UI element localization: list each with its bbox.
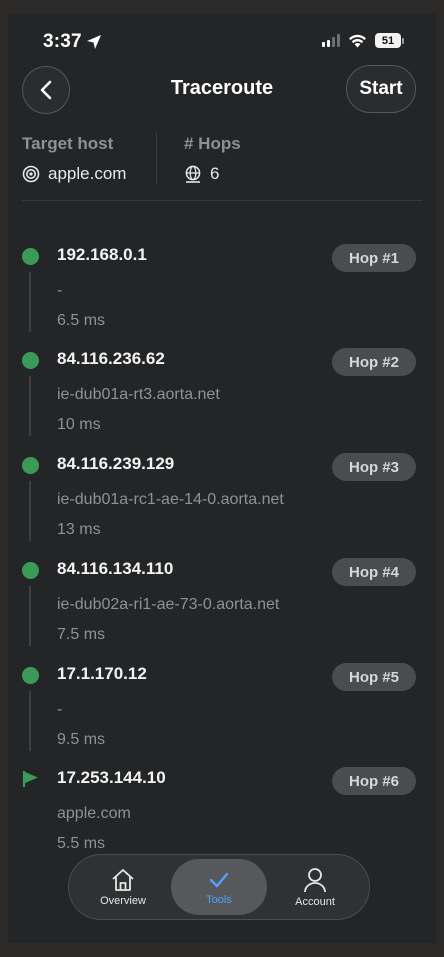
hop-latency: 10 ms xyxy=(57,416,101,433)
hop-badge: Hop #6 xyxy=(331,767,416,795)
hop-hostname: - xyxy=(57,282,63,299)
success-dot-icon xyxy=(22,457,39,474)
tab-account-label: Account xyxy=(295,895,335,908)
hop-latency: 5.5 ms xyxy=(57,835,106,852)
flag-icon xyxy=(22,771,38,787)
status-time: 3:37 xyxy=(43,31,102,53)
battery-icon: 51 xyxy=(375,33,404,48)
hop-hostname: - xyxy=(57,701,63,718)
tab-tools[interactable]: Tools xyxy=(171,859,267,915)
location-arrow-icon xyxy=(86,35,101,49)
tab-bar: Overview Tools Account xyxy=(68,854,370,920)
status-time-text: 3:37 xyxy=(43,31,82,52)
tab-overview[interactable]: Overview xyxy=(75,859,171,915)
hop-hostname: apple.com xyxy=(57,805,131,822)
success-dot-icon xyxy=(22,352,39,369)
hop-latency: 9.5 ms xyxy=(57,731,106,748)
signal-icon xyxy=(322,34,340,47)
hops-count-value: 6 xyxy=(210,164,220,183)
hop-connector xyxy=(29,481,31,541)
checkmark-icon xyxy=(209,872,229,887)
hop-ip: 84.116.134.110 xyxy=(57,559,174,578)
hop-ip: 84.116.236.62 xyxy=(57,349,165,368)
tab-overview-label: Overview xyxy=(100,894,146,907)
hop-connector xyxy=(29,376,31,436)
status-icons: 51 xyxy=(322,33,404,48)
success-dot-icon xyxy=(22,562,39,579)
hops-count-label: # Hops xyxy=(184,134,241,153)
app-screen: 3:37 51 Traceroute Start Target host app… xyxy=(8,14,436,943)
hops-count-section: # Hops 6 xyxy=(184,134,241,184)
wifi-icon xyxy=(349,34,366,47)
person-icon xyxy=(304,867,326,892)
hop-connector xyxy=(29,691,31,751)
divider xyxy=(22,200,422,201)
hop-ip: 84.116.239.129 xyxy=(57,454,175,473)
hop-badge: Hop #3 xyxy=(331,453,416,481)
hop-hostname: ie-dub02a-ri1-ae-73-0.aorta.net xyxy=(57,596,280,613)
success-dot-icon xyxy=(22,248,39,265)
target-host-value: apple.com xyxy=(48,164,127,183)
hop-hostname: ie-dub01a-rc1-ae-14-0.aorta.net xyxy=(57,491,284,508)
start-button[interactable]: Start xyxy=(346,65,416,113)
success-dot-icon xyxy=(22,667,39,684)
hop-badge: Hop #1 xyxy=(331,244,416,272)
hop-latency: 7.5 ms xyxy=(57,626,106,643)
hop-hostname: ie-dub01a-rt3.aorta.net xyxy=(57,386,220,403)
hop-ip: 192.168.0.1 xyxy=(57,245,147,264)
target-icon xyxy=(22,165,40,183)
tab-tools-label: Tools xyxy=(206,893,232,906)
hop-badge: Hop #4 xyxy=(331,558,416,586)
hop-latency: 6.5 ms xyxy=(57,312,106,329)
battery-level: 51 xyxy=(375,33,401,48)
globe-icon xyxy=(185,165,201,183)
hop-ip: 17.253.144.10 xyxy=(57,768,166,787)
hop-badge: Hop #2 xyxy=(331,348,416,376)
target-host-section: Target host apple.com xyxy=(22,134,126,184)
hop-latency: 13 ms xyxy=(57,521,101,538)
hop-connector xyxy=(29,586,31,646)
hop-ip: 17.1.170.12 xyxy=(57,664,147,683)
tab-account[interactable]: Account xyxy=(267,859,363,915)
hop-connector xyxy=(29,272,31,332)
house-icon xyxy=(112,868,134,891)
hop-badge: Hop #5 xyxy=(331,663,416,691)
target-host-label: Target host xyxy=(22,134,114,153)
info-divider xyxy=(156,132,157,184)
